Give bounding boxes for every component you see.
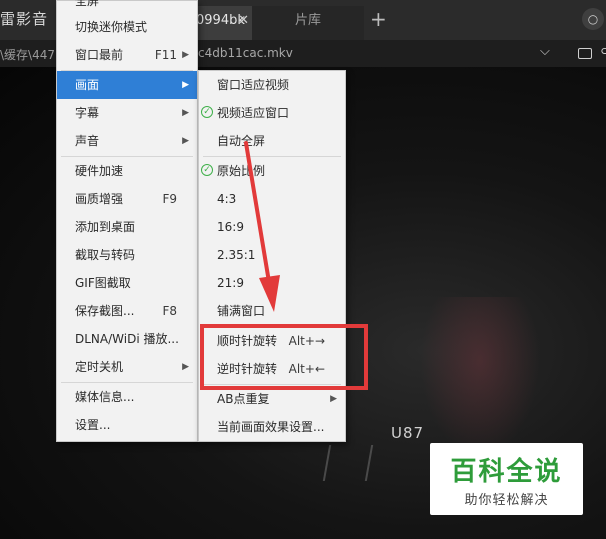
menu-item-label: 添加到桌面 xyxy=(75,220,136,234)
menu-item-label: 画面 xyxy=(75,78,100,92)
checkmark-icon: ✓ xyxy=(201,106,213,118)
folder-icon[interactable] xyxy=(578,48,592,59)
watermark-subtitle: 助你轻松解决 xyxy=(464,493,549,508)
mic-stand-graphic xyxy=(322,445,374,481)
menu-item-picture[interactable]: 画面 ▶ xyxy=(57,71,197,99)
chevron-right-icon: ▶ xyxy=(182,108,189,118)
menu-item-label: 21:9 xyxy=(217,276,244,290)
shortcut-label: F11 xyxy=(154,48,177,62)
menu-item-label: 硬件加速 xyxy=(75,164,124,178)
menu-item-picture-effects[interactable]: 当前画面效果设置... xyxy=(199,413,345,441)
menu-item-hw-accel[interactable]: 硬件加速 xyxy=(57,157,197,185)
menu-item-always-on-top[interactable]: 窗口最前 F11 ▶ xyxy=(57,41,197,69)
context-menu: 全屏 切换迷你模式 窗口最前 F11 ▶ 画面 ▶ 字幕 ▶ 声音 ▶ 硬件加速 画质增强… xyxy=(56,0,198,442)
tab-current-video[interactable]: 0994bk ✕ xyxy=(192,6,252,40)
menu-item-auto-fullscreen[interactable]: 自动全屏 xyxy=(199,127,345,155)
menu-item-original-ratio[interactable]: ✓ 原始比例 xyxy=(199,157,345,185)
menu-item-mini-mode[interactable]: 切换迷你模式 xyxy=(57,13,197,41)
menu-item-label: 原始比例 xyxy=(217,164,266,178)
menu-item-label: 16:9 xyxy=(217,220,244,234)
search-icon[interactable]: ○ xyxy=(582,8,604,30)
partial-icon: ⊂ xyxy=(600,44,606,59)
menu-item-label: 全屏 xyxy=(75,0,100,8)
shortcut-label: F8 xyxy=(162,304,177,318)
menu-item-label: 切换迷你模式 xyxy=(75,20,148,34)
watermark-logo: 百科全说 助你轻松解决 xyxy=(430,443,583,515)
menu-item-label: 媒体信息... xyxy=(75,390,135,404)
menu-item-label: 视频适应窗口 xyxy=(217,106,290,120)
menu-item-label: 当前画面效果设置... xyxy=(217,420,325,434)
menu-item-label: 定时关机 xyxy=(75,360,124,374)
menu-item-ratio-16-9[interactable]: 16:9 xyxy=(199,213,345,241)
file-name: c4db11cac.mkv xyxy=(198,46,293,60)
menu-item-gif[interactable]: GIF图截取 xyxy=(57,269,197,297)
chevron-right-icon: ▶ xyxy=(182,50,189,60)
menu-item-window-fit-video[interactable]: 窗口适应视频 xyxy=(199,71,345,99)
menu-item-label: 铺满窗口 xyxy=(217,304,266,318)
menu-item-dlna[interactable]: DLNA/WiDi 播放... xyxy=(57,325,197,353)
menu-item-label: AB点重复 xyxy=(217,392,270,406)
menu-item-label: 字幕 xyxy=(75,106,100,120)
menu-item-screenshot[interactable]: 保存截图... F8 xyxy=(57,297,197,325)
video-overlay-text: U87 xyxy=(391,424,425,442)
menu-item-enhance[interactable]: 画质增强 F9 xyxy=(57,185,197,213)
checkmark-icon: ✓ xyxy=(201,164,213,176)
chevron-right-icon: ▶ xyxy=(182,80,189,90)
menu-item-capture-transcode[interactable]: 截取与转码 xyxy=(57,241,197,269)
menu-item-audio[interactable]: 声音 ▶ xyxy=(57,127,197,155)
chevron-right-icon: ▶ xyxy=(182,362,189,372)
path-prefix: \缓存\447 xyxy=(0,48,55,62)
chevron-right-icon: ▶ xyxy=(182,136,189,146)
menu-item-label: 自动全屏 xyxy=(217,134,266,148)
menu-item-fill-window[interactable]: 铺满窗口 xyxy=(199,297,345,325)
menu-item-label: 设置... xyxy=(75,418,111,432)
menu-item-label: 窗口最前 xyxy=(75,48,124,62)
menu-item-label: 2.35:1 xyxy=(217,248,256,262)
menu-item-add-desktop[interactable]: 添加到桌面 xyxy=(57,213,197,241)
menu-item-label: 窗口适应视频 xyxy=(217,78,290,92)
menu-item-label: DLNA/WiDi 播放... xyxy=(75,332,179,346)
stage-light xyxy=(420,297,540,457)
app-title: 雷影音 xyxy=(0,10,49,28)
shortcut-label: F9 xyxy=(162,192,177,206)
menu-item-settings[interactable]: 设置... xyxy=(57,411,197,439)
menu-item-label: 保存截图... xyxy=(75,304,135,318)
menu-item-label: 4:3 xyxy=(217,192,237,206)
menu-item-label: 画质增强 xyxy=(75,192,124,206)
menu-item-timer-shutdown[interactable]: 定时关机 ▶ xyxy=(57,353,197,381)
menu-item-subtitle[interactable]: 字幕 ▶ xyxy=(57,99,197,127)
menu-item-ratio-21-9[interactable]: 21:9 xyxy=(199,269,345,297)
add-tab-icon[interactable]: + xyxy=(370,5,387,33)
menu-item-label: GIF图截取 xyxy=(75,276,131,290)
menu-item-video-fit-window[interactable]: ✓ 视频适应窗口 xyxy=(199,99,345,127)
menu-item-ratio-4-3[interactable]: 4:3 xyxy=(199,185,345,213)
tab-library[interactable]: 片库 xyxy=(252,6,364,40)
tab-close-icon[interactable]: ✕ xyxy=(238,6,249,36)
menu-item-label: 截取与转码 xyxy=(75,248,136,262)
annotation-highlight-box xyxy=(200,324,368,390)
menu-item-media-info[interactable]: 媒体信息... xyxy=(57,383,197,411)
watermark-title: 百科全说 xyxy=(450,457,563,487)
menu-item-ratio-2-35-1[interactable]: 2.35:1 xyxy=(199,241,345,269)
menu-item-label: 声音 xyxy=(75,134,100,148)
chevron-down-icon[interactable]: ⌵ xyxy=(540,44,550,59)
